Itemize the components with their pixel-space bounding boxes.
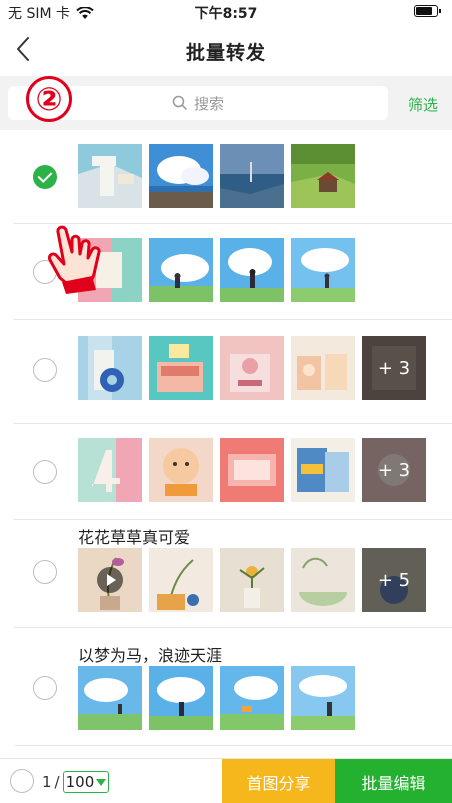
- select-all-radio[interactable]: [10, 769, 34, 793]
- thumbnail[interactable]: [149, 336, 213, 400]
- select-radio[interactable]: [33, 165, 57, 189]
- thumbnail[interactable]: [291, 548, 355, 612]
- list-item[interactable]: 花花草草真可爱 + 5: [0, 520, 452, 628]
- thumbnail-more[interactable]: + 3: [362, 438, 426, 502]
- thumbnail[interactable]: [220, 144, 284, 208]
- dropdown-triangle-icon: [96, 778, 107, 786]
- more-count: + 3: [362, 438, 426, 502]
- thumbnail[interactable]: [291, 336, 355, 400]
- page-separator: /: [54, 773, 60, 791]
- page-current: 1: [42, 773, 52, 791]
- first-image-share-button[interactable]: 首图分享: [222, 759, 335, 803]
- step-marker: ②: [26, 76, 72, 122]
- list-item[interactable]: [0, 130, 452, 224]
- thumbnail[interactable]: [291, 438, 355, 502]
- status-bar: 无 SIM 卡 下午8:57: [0, 0, 452, 24]
- select-radio[interactable]: [33, 560, 57, 584]
- thumbnail[interactable]: [78, 438, 142, 502]
- filter-button[interactable]: 筛选: [408, 94, 438, 115]
- video-thumbnail[interactable]: [78, 548, 142, 612]
- select-radio[interactable]: [33, 460, 57, 484]
- thumbnail[interactable]: [149, 238, 213, 302]
- thumbnail[interactable]: [220, 238, 284, 302]
- thumbnail[interactable]: [78, 336, 142, 400]
- thumbnail-more[interactable]: + 3: [362, 336, 426, 400]
- post-caption: 花花草草真可爱: [78, 528, 191, 547]
- thumbnail[interactable]: [149, 438, 213, 502]
- thumbnail[interactable]: [291, 144, 355, 208]
- batch-edit-button[interactable]: 批量编辑: [335, 759, 452, 803]
- select-radio[interactable]: [33, 676, 57, 700]
- thumbnail[interactable]: [220, 548, 284, 612]
- row-divider: [14, 745, 452, 746]
- post-caption: 以梦为马，浪迹天涯: [78, 646, 223, 665]
- play-icon: [97, 567, 123, 593]
- bottom-action-bar: 1 / 100 首图分享 批量编辑: [0, 758, 452, 803]
- thumbnail[interactable]: [149, 666, 213, 730]
- list-item[interactable]: 以梦为马，浪迹天涯: [0, 628, 452, 746]
- more-count: + 5: [362, 548, 426, 612]
- page-title: 批量转发: [185, 42, 266, 64]
- more-count: + 3: [362, 336, 426, 400]
- thumbnail[interactable]: [220, 336, 284, 400]
- thumbnail[interactable]: [149, 144, 213, 208]
- battery-icon: [414, 5, 441, 17]
- search-placeholder: 搜索: [193, 94, 224, 113]
- thumbnail[interactable]: [78, 144, 142, 208]
- thumbnail[interactable]: [220, 438, 284, 502]
- thumbnail[interactable]: [291, 666, 355, 730]
- thumbnail-more[interactable]: + 5: [362, 548, 426, 612]
- list-item[interactable]: + 3: [0, 320, 452, 424]
- clock: 下午8:57: [194, 6, 258, 22]
- select-radio[interactable]: [33, 358, 57, 382]
- pagination: 1 / 100: [42, 771, 110, 793]
- pointer-hand-icon: [48, 225, 101, 294]
- page-size-value: 100: [65, 773, 95, 791]
- nav-bar: 批量转发: [0, 24, 452, 76]
- thumbnail[interactable]: [220, 666, 284, 730]
- thumbnail[interactable]: [291, 238, 355, 302]
- list-item[interactable]: + 3: [0, 424, 452, 520]
- thumbnail[interactable]: [78, 666, 142, 730]
- search-icon: [172, 95, 188, 111]
- thumbnail[interactable]: [149, 548, 213, 612]
- page-size-dropdown[interactable]: 100: [62, 771, 110, 793]
